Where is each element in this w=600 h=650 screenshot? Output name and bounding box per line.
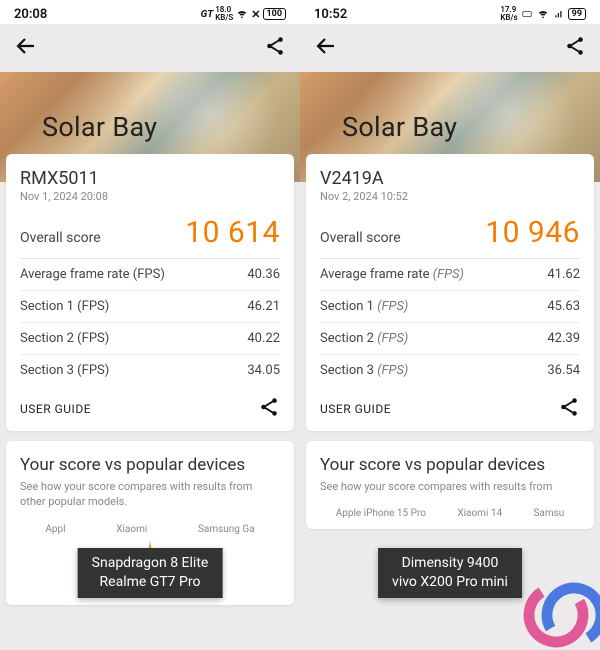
compare-title: Your score vs popular devices (20, 455, 280, 475)
compare-subtitle: See how your score compares with results… (320, 479, 580, 494)
user-guide-link[interactable]: USER GUIDE (20, 402, 91, 416)
device-name: V2419A (320, 168, 580, 189)
metric-row: Section 1 (FPS)46.21 (20, 291, 280, 323)
back-icon[interactable] (14, 34, 38, 62)
chart-labels: Apple iPhone 15 ProXiaomi 14Samsu (320, 508, 580, 519)
phone-left: 20:08 GT 18.0KB/S ✕ 100 Solar Bay RMX501… (0, 0, 300, 650)
metric-row: Average frame rate (FPS)40.36 (20, 259, 280, 291)
caption-left: Snapdragon 8 EliteRealme GT7 Pro (78, 548, 223, 598)
device-name: RMX5011 (20, 168, 280, 189)
results-card: RMX5011 Nov 1, 2024 20:08 Overall score … (6, 154, 294, 431)
status-indicators: 17.9KB/s 99 (500, 6, 586, 22)
close-x-icon: ✕ (251, 8, 260, 21)
overall-score-label: Overall score (20, 230, 101, 246)
battery-icon: 100 (263, 8, 287, 20)
wifi-icon (235, 9, 249, 19)
user-guide-row: USER GUIDE (320, 386, 580, 421)
metric-row: Section 3 (FPS)34.05 (20, 355, 280, 386)
metric-row: Average frame rate (FPS)41.62 (320, 259, 580, 291)
nav-bar (300, 24, 600, 72)
overall-score-row: Overall score 10 614 (20, 203, 280, 259)
share-icon[interactable] (258, 396, 280, 421)
device-date: Nov 1, 2024 20:08 (20, 190, 280, 203)
benchmark-title: Solar Bay (42, 111, 157, 143)
overall-score-value: 10 614 (185, 215, 280, 250)
overall-score-row: Overall score 10 946 (320, 203, 580, 259)
gt-badge: GT (201, 9, 214, 20)
metric-row: Section 2 (FPS)42.39 (320, 323, 580, 355)
metric-row: Section 3 (FPS)36.54 (320, 355, 580, 386)
status-bar: 20:08 GT 18.0KB/S ✕ 100 (0, 0, 300, 24)
results-card: V2419A Nov 2, 2024 10:52 Overall score 1… (306, 154, 594, 431)
status-indicators: GT 18.0KB/S ✕ 100 (201, 6, 286, 22)
device-date: Nov 2, 2024 10:52 (320, 190, 580, 203)
phone-right: 10:52 17.9KB/s 99 Solar Bay V2419A Nov 2… (300, 0, 600, 650)
metric-row: Section 1 (FPS)45.63 (320, 291, 580, 323)
caption-right: Dimensity 9400vivo X200 Pro mini (378, 548, 522, 598)
status-bar: 10:52 17.9KB/s 99 (300, 0, 600, 24)
compare-title: Your score vs popular devices (320, 455, 580, 475)
user-guide-row: USER GUIDE (20, 386, 280, 421)
share-icon[interactable] (264, 35, 286, 61)
volte-icon (520, 9, 534, 19)
overall-score-label: Overall score (320, 230, 401, 246)
status-time: 10:52 (314, 7, 347, 22)
compare-card: Your score vs popular devices See how yo… (306, 441, 594, 529)
compare-subtitle: See how your score compares with results… (20, 479, 280, 510)
user-guide-link[interactable]: USER GUIDE (320, 402, 391, 416)
share-icon[interactable] (558, 396, 580, 421)
watermark-logo (520, 570, 600, 650)
nav-bar (0, 24, 300, 72)
wifi-icon (536, 9, 550, 19)
metric-row: Section 2 (FPS)40.22 (20, 323, 280, 355)
overall-score-value: 10 946 (485, 215, 580, 250)
benchmark-title: Solar Bay (342, 111, 457, 143)
signal-icon (552, 9, 566, 19)
status-time: 20:08 (14, 7, 47, 22)
share-icon[interactable] (564, 35, 586, 61)
battery-icon: 99 (568, 8, 586, 20)
chart-labels: ApplXiaomiSamsung Ga (20, 524, 280, 535)
back-icon[interactable] (314, 34, 338, 62)
